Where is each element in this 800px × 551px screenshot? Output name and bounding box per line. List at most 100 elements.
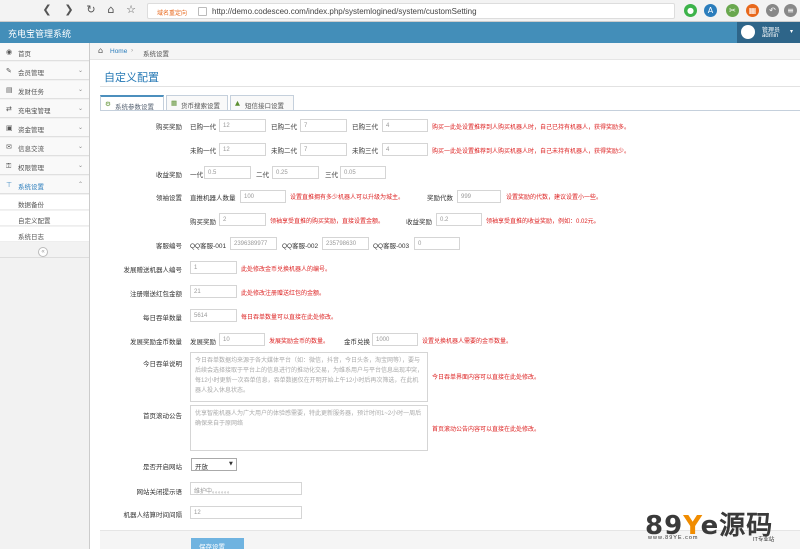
hint-text: 购买一此处设置推荐到人购买机器人时，自己未持有机器人，获得奖励少。 — [432, 149, 631, 155]
coin-exchange-input[interactable]: 1000 — [372, 333, 418, 346]
sidebar-subitem-syslog[interactable]: 系统日志 — [0, 227, 89, 242]
sidebar-item-members[interactable]: ✎ 会员管理 ⌄ — [0, 62, 89, 80]
field-label: 已购三代 — [352, 124, 378, 131]
sidebar-subitem-custom-config[interactable]: 自定义配置 — [0, 211, 89, 226]
tab-system-params[interactable]: ⚙ 系统参数设置 — [100, 95, 164, 111]
field-label: QQ客服-002 — [282, 243, 319, 250]
notice-textarea[interactable]: 优享智能机器人为广大用户的体验感需要，特此更新服务器，预计时间1~2小时一周后确… — [190, 405, 428, 451]
watermark-url: www.89YE.com — [648, 535, 699, 541]
field-label: 三代 — [325, 172, 338, 179]
sidebar-item-label: 权限管理 — [18, 165, 44, 172]
leader-generations-input[interactable]: 999 — [457, 190, 501, 203]
avatar — [741, 25, 755, 39]
sidebar-item-powerbank[interactable]: ⇄ 充电宝管理 ⌄ — [0, 100, 89, 118]
site-open-select[interactable]: 开放 ▼ — [191, 458, 237, 471]
sidebar-item-funds[interactable]: ▣ 资金管理 ⌄ — [0, 119, 89, 137]
site-open-value: 开放 — [195, 464, 208, 471]
chevron-down-icon: ⌄ — [78, 124, 84, 131]
buy-reward-bought-2-input[interactable]: 7 — [300, 119, 347, 132]
extension-blue-icon[interactable]: A — [704, 4, 717, 17]
sidebar-subitem-backup[interactable]: 数据备份 — [0, 195, 89, 210]
sidebar-item-permissions[interactable]: ⚿ 权限管理 ⌄ — [0, 157, 89, 175]
sidebar-item-label: 资金管理 — [18, 127, 44, 134]
sidebar-item-settings[interactable]: ⊤ 系统设置 ⌃ — [0, 176, 89, 194]
tab-sms-interface[interactable]: ▲ 短信接口设置 — [230, 95, 294, 110]
buy-reward-unbought-2-input[interactable]: 7 — [300, 143, 347, 156]
forward-icon[interactable]: ❯ — [62, 3, 76, 17]
hint-text: 设置兑换机器人需要的金币数量。 — [422, 339, 513, 345]
coin-reward-input[interactable]: 10 — [219, 333, 265, 346]
qq-service-1-input[interactable]: 2396389977 — [230, 237, 277, 250]
user-menu[interactable]: 管理员 admin ▾ — [737, 22, 800, 43]
buy-reward-bought-1-input[interactable]: 12 — [219, 119, 266, 132]
url-text[interactable]: http://demo.codesceo.com/index.php/syste… — [212, 7, 477, 16]
collapse-icon[interactable]: « — [38, 247, 48, 257]
robot-time-input[interactable]: 12 — [190, 506, 302, 519]
gift-robot-label: 发展赠送机器人编号 — [123, 267, 183, 274]
undo-icon[interactable]: ↶ — [766, 4, 779, 17]
home-icon[interactable]: ⌂ — [104, 3, 118, 17]
reg-gift-amount-input[interactable]: 21 — [190, 285, 237, 298]
field-label: 未购二代 — [271, 148, 297, 155]
daily-orders-label: 每日吞单数量 — [143, 315, 182, 322]
qq-service-3-input[interactable]: 0 — [414, 237, 460, 250]
site-open-label: 是否开启网站 — [143, 464, 182, 471]
menu-icon[interactable]: ≡ — [784, 4, 797, 17]
leader-buy-reward-input[interactable]: 2 — [219, 213, 266, 226]
income-reward-2-input[interactable]: 0.25 — [272, 166, 319, 179]
chevron-down-icon: ⌄ — [78, 143, 84, 150]
star-icon[interactable]: ☆ — [124, 3, 138, 17]
field-label: QQ客服-003 — [373, 243, 410, 250]
field-label: 一代 — [190, 172, 203, 179]
buy-reward-bought-3-input[interactable]: 4 — [382, 119, 428, 132]
income-reward-1-input[interactable]: 0.5 — [204, 166, 251, 179]
buy-reward-unbought-3-input[interactable]: 4 — [382, 143, 428, 156]
sidebar-collapse[interactable]: « — [0, 246, 89, 258]
field-label: 已购一代 — [190, 124, 216, 131]
divider — [100, 86, 800, 87]
caret-down-icon: ▾ — [790, 28, 794, 35]
scissors-icon[interactable]: ✂ — [726, 4, 739, 17]
hint-text: 今日吞单界面内容可以直接在此处修改。 — [432, 375, 541, 381]
hint-text: 领袖享受直推的收益奖励，例如：0.02元。 — [486, 219, 600, 225]
breadcrumb: ⌂ Home › 系统设置 — [90, 43, 800, 60]
hint-text: 发展奖励金币的数量。 — [269, 339, 330, 345]
hint-text: 此处修改注册赠送红包的金额。 — [241, 291, 326, 297]
sidebar-item-label: 会员管理 — [18, 70, 44, 77]
field-label: 金币兑换 — [344, 339, 370, 346]
sidebar-item-home[interactable]: ◉ 首页 — [0, 43, 89, 61]
buy-reward-unbought-1-input[interactable]: 12 — [219, 143, 266, 156]
close-tip-input[interactable]: 维护中。。。。。。 — [190, 482, 302, 495]
sidebar-item-tasks[interactable]: ▤ 发财任务 ⌄ — [0, 81, 89, 99]
hint-text: 设置直推拥有多少机器人可以升级为城主。 — [290, 195, 405, 201]
today-desc-textarea[interactable]: 今日吞单数据均来源于各大媒体平台（如：微信，抖音，今日头条，淘宝网等），要与后续… — [190, 352, 428, 402]
reload-icon[interactable]: ↻ — [84, 3, 98, 17]
tab-currency-search[interactable]: ▦ 货币搜索设置 — [166, 95, 228, 110]
hint-text: 首页滚动公告内容可以直接在此处修改。 — [432, 427, 541, 433]
address-bar[interactable]: 域名重定向 http://demo.codesceo.com/index.php… — [147, 3, 675, 19]
tab-divider — [100, 110, 800, 111]
field-label: 直推机器人数量 — [190, 195, 236, 202]
user-role: admin — [762, 33, 779, 39]
extension-green-icon[interactable]: ● — [684, 4, 697, 17]
qq-service-2-input[interactable]: 235798630 — [322, 237, 369, 250]
home-icon: ⌂ — [98, 46, 104, 55]
leader-robot-count-input[interactable]: 100 — [240, 190, 286, 203]
daily-orders-input[interactable]: 5614 — [190, 309, 237, 322]
income-reward-3-input[interactable]: 0.05 — [340, 166, 386, 179]
breadcrumb-home-link[interactable]: Home — [110, 48, 127, 55]
hint-text: 每日吞单数量可以直接在此处修改。 — [241, 315, 338, 321]
chevron-down-icon: ⌄ — [78, 162, 84, 169]
breadcrumb-current: 系统设置 — [143, 51, 169, 58]
save-button[interactable]: 保存设置 — [191, 538, 244, 551]
chevron-up-icon: ⌃ — [78, 181, 84, 188]
sidebar-item-messages[interactable]: ✉ 信息交流 ⌄ — [0, 138, 89, 156]
chevron-down-icon: ⌄ — [78, 105, 84, 112]
field-label: 购买奖励 — [190, 219, 216, 226]
back-icon[interactable]: ❮ — [40, 3, 54, 17]
leader-income-reward-input[interactable]: 0.2 — [436, 213, 482, 226]
gift-robot-id-input[interactable]: 1 — [190, 261, 237, 274]
sidebar-item-label: 首页 — [18, 51, 31, 58]
grid-apps-icon[interactable]: ▦ — [746, 4, 759, 17]
grid-icon: ▦ — [171, 99, 178, 107]
